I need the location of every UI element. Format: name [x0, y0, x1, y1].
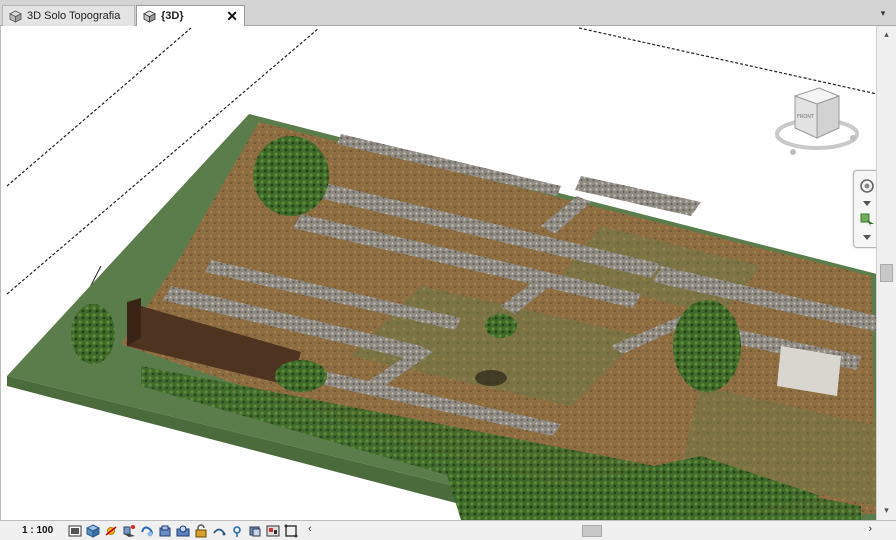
- crop-view-icon[interactable]: [156, 522, 173, 539]
- scroll-right-arrow[interactable]: ›: [868, 523, 872, 535]
- tab-label: 3D Solo Topografia: [27, 10, 121, 22]
- worksharing-display-icon[interactable]: [246, 522, 263, 539]
- vertical-scrollbar[interactable]: ▴ ▾: [876, 26, 896, 520]
- temporary-view-properties-icon[interactable]: [264, 522, 281, 539]
- scroll-left-arrow[interactable]: ‹: [308, 523, 312, 535]
- tab-label: {3D}: [161, 10, 184, 22]
- viewcube-face-label: FRONT: [797, 114, 815, 120]
- horizontal-scrollbar[interactable]: ‹ ›: [308, 521, 878, 540]
- tab-3d-solo-topografia[interactable]: 3D Solo Topografia: [2, 5, 135, 26]
- view-tab-bar: 3D Solo Topografia {3D} ✕ ▾: [0, 0, 896, 26]
- scroll-down-arrow[interactable]: ▾: [877, 502, 896, 518]
- steering-wheel-icon[interactable]: [858, 177, 876, 195]
- reveal-hidden-elements-icon[interactable]: [228, 522, 245, 539]
- unlock-3d-view-icon[interactable]: [192, 522, 209, 539]
- vertical-scroll-thumb[interactable]: [880, 264, 893, 282]
- navigation-bar: [853, 170, 876, 248]
- nav-dropdown-icon[interactable]: [858, 229, 876, 247]
- analytical-model-icon[interactable]: [282, 522, 299, 539]
- scroll-up-arrow[interactable]: ▴: [877, 26, 896, 42]
- zoom-region-icon[interactable]: [858, 211, 876, 229]
- view3d-icon: [143, 10, 156, 23]
- view-control-bar: 1 : 100 ‹ ›: [0, 520, 896, 540]
- viewcube[interactable]: FRONT: [771, 62, 861, 158]
- tab-3d-active[interactable]: {3D} ✕: [136, 5, 245, 26]
- detail-level-icon[interactable]: [66, 522, 83, 539]
- point-cloud-scene: [6, 27, 876, 520]
- view-scale[interactable]: 1 : 100: [0, 521, 56, 540]
- visual-style-icon[interactable]: [84, 522, 101, 539]
- sun-path-icon[interactable]: [102, 522, 119, 539]
- view3d-icon: [9, 10, 22, 23]
- horizontal-scroll-thumb[interactable]: [582, 525, 602, 537]
- temporary-hide-isolate-icon[interactable]: [210, 522, 227, 539]
- rendering-dialog-icon[interactable]: [138, 522, 155, 539]
- close-tab-icon[interactable]: ✕: [226, 8, 238, 25]
- shadows-icon[interactable]: [120, 522, 137, 539]
- show-crop-region-icon[interactable]: [174, 522, 191, 539]
- tab-overflow-dropdown-icon[interactable]: ▾: [876, 8, 890, 20]
- view-control-icons: [66, 522, 299, 539]
- 3d-viewport[interactable]: FRONT: [0, 26, 876, 520]
